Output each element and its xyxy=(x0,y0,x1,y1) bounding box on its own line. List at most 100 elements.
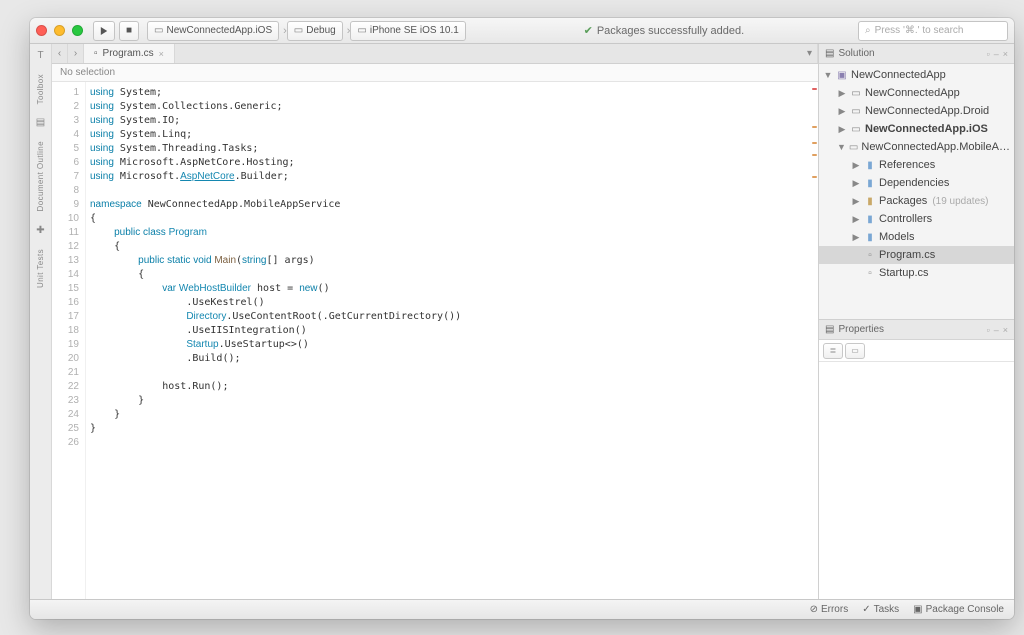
main-toolbar: ■ ▭ NewConnectedApp.iOS › ▭ Debug › ▭ iP… xyxy=(30,18,1014,44)
disclosure-icon[interactable]: ▶ xyxy=(851,196,861,207)
device-icon: ▭ xyxy=(357,25,366,36)
project-selector[interactable]: ▭ NewConnectedApp.iOS xyxy=(147,21,279,41)
status-bar: ⊘Errors ✓ Tasks ▣ Package Console xyxy=(30,599,1014,619)
minimize-window-button[interactable] xyxy=(54,25,65,36)
tree-node[interactable]: ▶▮Controllers xyxy=(819,210,1014,228)
panel-close-icon[interactable]: × xyxy=(1003,325,1008,335)
disclosure-icon[interactable]: ▶ xyxy=(851,214,861,225)
disclosure-icon[interactable]: ▶ xyxy=(851,178,861,189)
stop-button[interactable]: ■ xyxy=(119,21,139,41)
disclosure-icon[interactable]: ▶ xyxy=(837,88,847,99)
run-button[interactable] xyxy=(93,21,115,41)
panel-close-icon[interactable]: × xyxy=(1003,49,1008,59)
editor-area: ‹ › ▫ Program.cs × ▾ No selection 123456… xyxy=(52,44,819,599)
disclosure-icon[interactable]: ▶ xyxy=(837,106,847,117)
pad-toolbox[interactable]: Toolbox xyxy=(36,71,45,107)
solution-icon: ▤ xyxy=(825,48,834,59)
tree-label: Startup.cs xyxy=(879,267,929,279)
close-tab-icon[interactable]: × xyxy=(159,49,164,59)
errors-label: Errors xyxy=(821,604,848,615)
package-console-button[interactable]: ▣ Package Console xyxy=(913,604,1004,615)
solution-tree[interactable]: ▼▣NewConnectedApp▶▭NewConnectedApp▶▭NewC… xyxy=(819,64,1014,319)
nav-back-button[interactable]: ‹ xyxy=(52,44,68,63)
panel-autohide-icon[interactable]: – xyxy=(994,49,999,59)
tree-label: NewConnectedApp.Droid xyxy=(865,105,989,117)
code-content[interactable]: using System; using System.Collections.G… xyxy=(86,82,818,599)
outline-icon: ▤ xyxy=(36,117,45,128)
console-icon: ▣ xyxy=(913,604,922,615)
config-label: Debug xyxy=(306,25,335,36)
main-split: T Toolbox ▤ Document Outline ✚ Unit Test… xyxy=(30,44,1014,599)
project-label: NewConnectedApp.iOS xyxy=(167,25,273,36)
panel-options-icon[interactable]: ▫ xyxy=(987,49,990,59)
tree-node[interactable]: ▼▣NewConnectedApp xyxy=(819,66,1014,84)
pad-document-outline[interactable]: Document Outline xyxy=(36,138,45,214)
toolbox-icon: T xyxy=(37,50,43,61)
tree-node[interactable]: ▶▭NewConnectedApp.iOS xyxy=(819,120,1014,138)
status-message: ✔ Packages successfully added. xyxy=(470,24,858,37)
right-column: ▤ Solution ▫ – × ▼▣NewConnectedApp▶▭NewC… xyxy=(819,44,1014,599)
console-label: Package Console xyxy=(926,604,1004,615)
tree-node[interactable]: ▶▮Packages(19 updates) xyxy=(819,192,1014,210)
tab-program-cs[interactable]: ▫ Program.cs × xyxy=(84,44,175,63)
check-icon: ✓ xyxy=(862,604,870,615)
close-window-button[interactable] xyxy=(36,25,47,36)
tab-label: Program.cs xyxy=(103,48,154,59)
left-pad-rail: T Toolbox ▤ Document Outline ✚ Unit Test… xyxy=(30,44,52,599)
status-text: Packages successfully added. xyxy=(597,25,744,37)
file-icon: ▫ xyxy=(94,48,98,59)
properties-view-2[interactable]: ▭ xyxy=(845,343,865,359)
tasks-pad-button[interactable]: ✓ Tasks xyxy=(862,604,899,615)
disclosure-icon[interactable]: ▶ xyxy=(851,160,861,171)
success-icon: ✔ xyxy=(584,24,593,37)
tree-node[interactable]: ▶▮Dependencies xyxy=(819,174,1014,192)
disclosure-icon[interactable]: ▼ xyxy=(837,142,846,152)
tasks-label: Tasks xyxy=(874,604,900,615)
properties-icon: ▤ xyxy=(825,324,834,335)
code-editor[interactable]: 1234567891011121314151617181920212223242… xyxy=(52,82,818,599)
disclosure-icon[interactable]: ▶ xyxy=(851,232,861,243)
config-icon: ▭ xyxy=(294,25,303,36)
properties-view-1[interactable]: ≣ xyxy=(823,343,843,359)
tree-node[interactable]: ▶▮Models xyxy=(819,228,1014,246)
marker-strip xyxy=(810,82,818,599)
panel-options-icon[interactable]: ▫ xyxy=(987,325,990,335)
disclosure-icon[interactable]: ▶ xyxy=(837,124,847,135)
solution-title: Solution xyxy=(838,48,874,59)
tree-node[interactable]: ▼▭NewConnectedApp.MobileAppService xyxy=(819,138,1014,156)
document-tabbar: ‹ › ▫ Program.cs × ▾ xyxy=(52,44,818,64)
tree-node[interactable]: ▫Startup.cs xyxy=(819,264,1014,282)
tree-label: NewConnectedApp xyxy=(865,87,960,99)
global-search[interactable]: ⌕ Press '⌘.' to search xyxy=(858,21,1008,41)
errors-pad-button[interactable]: ⊘Errors xyxy=(810,604,849,615)
tree-label: References xyxy=(879,159,935,171)
tree-label: Program.cs xyxy=(879,249,935,261)
panel-autohide-icon[interactable]: – xyxy=(994,325,999,335)
properties-body xyxy=(819,362,1014,599)
tree-node[interactable]: ▶▭NewConnectedApp xyxy=(819,84,1014,102)
tree-suffix: (19 updates) xyxy=(932,196,988,207)
device-selector[interactable]: ▭ iPhone SE iOS 10.1 xyxy=(350,21,465,41)
tree-node[interactable]: ▶▮References xyxy=(819,156,1014,174)
properties-title: Properties xyxy=(838,324,884,335)
tree-label: Packages xyxy=(879,195,927,207)
selection-status: No selection xyxy=(60,67,115,78)
properties-toolbar: ≣ ▭ xyxy=(819,340,1014,362)
tree-label: NewConnectedApp.MobileAppService xyxy=(861,141,1014,153)
disclosure-icon[interactable]: ▼ xyxy=(823,70,833,80)
zoom-window-button[interactable] xyxy=(72,25,83,36)
window-controls xyxy=(36,25,83,36)
nav-forward-button[interactable]: › xyxy=(68,44,84,63)
pad-unit-tests[interactable]: Unit Tests xyxy=(36,246,45,291)
breadcrumb-bar: No selection xyxy=(52,64,818,82)
project-icon: ▭ xyxy=(154,25,163,36)
properties-panel: ▤ Properties ▫ – × ≣ ▭ xyxy=(819,319,1014,599)
tree-label: Dependencies xyxy=(879,177,949,189)
tree-node[interactable]: ▶▭NewConnectedApp.Droid xyxy=(819,102,1014,120)
config-selector[interactable]: ▭ Debug xyxy=(287,21,343,41)
tree-label: Controllers xyxy=(879,213,932,225)
solution-panel-header: ▤ Solution ▫ – × xyxy=(819,44,1014,64)
tree-node[interactable]: ▫Program.cs xyxy=(819,246,1014,264)
device-label: iPhone SE iOS 10.1 xyxy=(370,25,459,36)
tab-overflow-button[interactable]: ▾ xyxy=(802,44,818,63)
